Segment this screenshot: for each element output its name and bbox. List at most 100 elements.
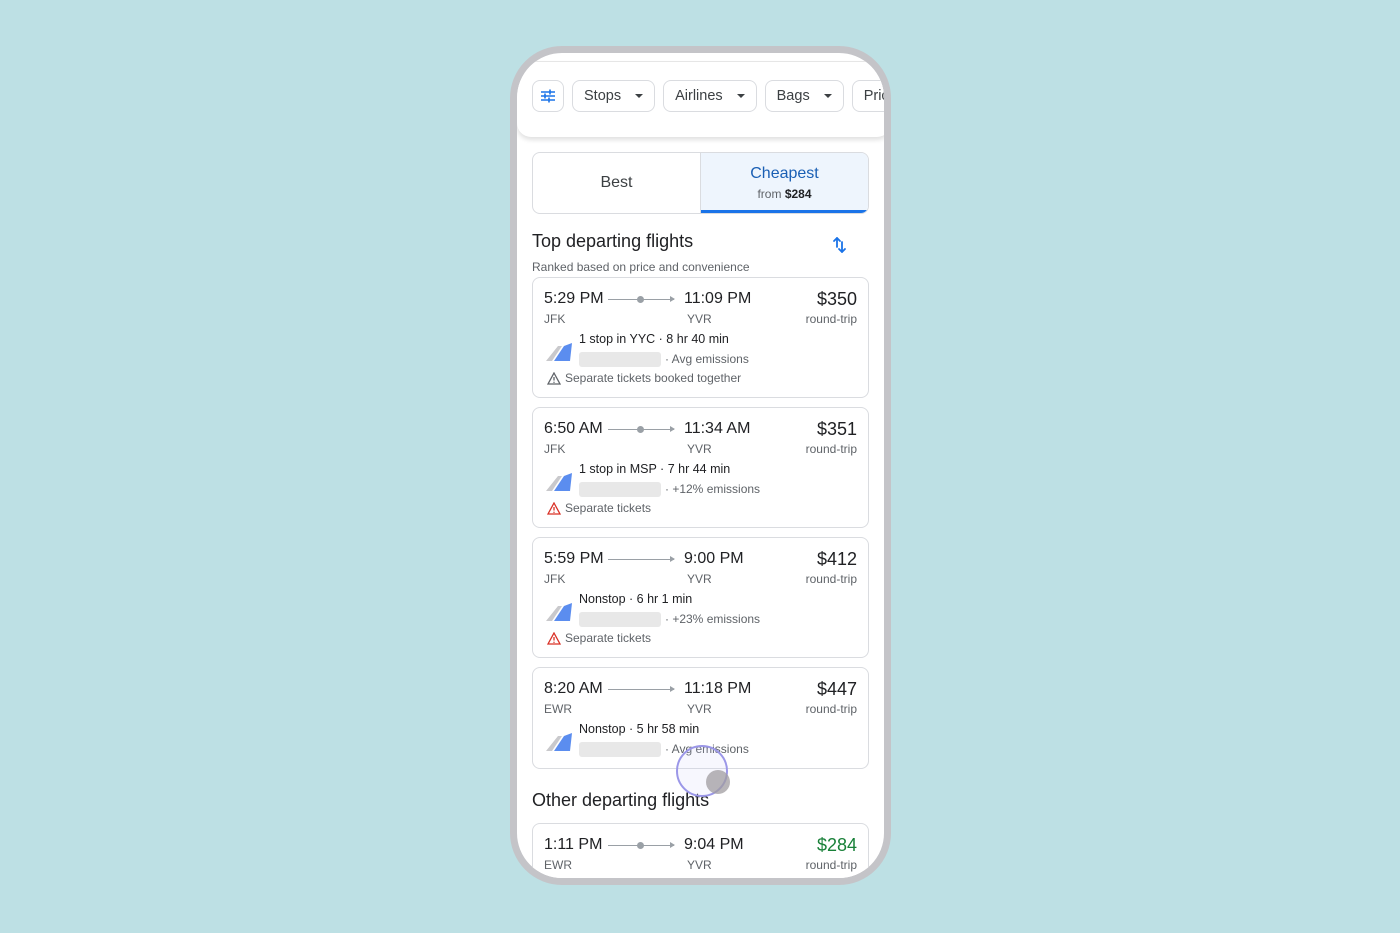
destination-airport: YVR xyxy=(687,572,712,586)
bags-filter-label: Bags xyxy=(776,88,810,104)
flight-details: Nonstop · 5 hr 58 min · Avg emissions xyxy=(544,722,857,758)
flight-times-row: 5:29 PM 11:09 PM $350 xyxy=(544,288,857,310)
flight-times-row: 6:50 AM 11:34 AM $351 xyxy=(544,418,857,440)
airports-row: JFK YVR round-trip xyxy=(544,442,857,456)
flight-card[interactable]: 5:29 PM 11:09 PM $350 JFK YVR round-trip… xyxy=(532,277,869,398)
flight-card[interactable]: 1:11 PM 9:04 PM $284 EWR YVR round-trip xyxy=(532,823,869,878)
destination-airport: YVR xyxy=(687,312,712,326)
flight-price: $350 xyxy=(816,288,857,309)
chevron-down-icon xyxy=(635,94,644,98)
tab-best[interactable]: Best xyxy=(533,153,700,213)
price-filter[interactable]: Price xyxy=(851,80,884,112)
arrival-time: 9:00 PM xyxy=(684,550,744,567)
ticket-warning: Separate tickets xyxy=(547,629,857,647)
origin-airport: JFK xyxy=(544,442,566,456)
stops-duration: 1 stop in YYC · 8 hr 40 min xyxy=(579,332,729,346)
departure-time: 6:50 AM xyxy=(544,420,603,437)
airlines-filter[interactable]: Airlines xyxy=(663,80,757,112)
airline-tail-logo-icon xyxy=(546,343,572,361)
other-flights-list: 1:11 PM 9:04 PM $284 EWR YVR round-trip xyxy=(532,823,869,878)
swap-vert-icon xyxy=(833,237,846,253)
chevron-down-icon xyxy=(736,94,745,98)
redacted-airline-name xyxy=(579,351,661,367)
airline-tail-logo-icon xyxy=(546,473,572,491)
sort-tabs: Best Cheapest from $284 xyxy=(532,152,869,214)
stop-dot xyxy=(637,425,644,433)
price-note: round-trip xyxy=(805,858,857,872)
departure-time: 5:59 PM xyxy=(544,550,604,567)
stop-dot xyxy=(637,841,644,849)
route-line xyxy=(608,295,675,303)
emissions-row: · Avg emissions xyxy=(579,740,857,758)
origin-airport: JFK xyxy=(544,312,566,326)
emissions-row: · +23% emissions xyxy=(579,610,857,628)
tab-best-label: Best xyxy=(600,174,633,191)
price-note: round-trip xyxy=(805,572,857,586)
flight-price: $284 xyxy=(816,834,857,855)
filter-bar: Stops Airlines Bags Price xyxy=(517,61,884,137)
arrival-time: 11:34 AM xyxy=(684,420,751,437)
flight-details: 1 stop in MSP · 7 hr 44 min · +12% emiss… xyxy=(544,462,857,517)
airports-row: EWR YVR round-trip xyxy=(544,858,857,872)
price-note: round-trip xyxy=(805,442,857,456)
destination-airport: YVR xyxy=(687,858,712,872)
price-note: round-trip xyxy=(805,312,857,326)
warning-text: Separate tickets xyxy=(565,501,652,515)
flight-details: 1 stop in YYC · 8 hr 40 min · Avg emissi… xyxy=(544,332,857,387)
airports-row: EWR YVR round-trip xyxy=(544,702,857,716)
section-subtitle: Ranked based on price and convenience xyxy=(532,260,750,274)
other-flights-title: Other departing flights xyxy=(532,790,710,810)
filter-chips: Stops Airlines Bags Price xyxy=(532,80,884,112)
warning-triangle-icon xyxy=(547,501,561,515)
tab-cheapest-sub: from $284 xyxy=(757,187,811,201)
airline-tail-logo-icon xyxy=(546,733,572,751)
emissions-label: · Avg emissions xyxy=(665,742,749,756)
tab-cheapest[interactable]: Cheapest from $284 xyxy=(700,153,868,213)
emissions-row: · +12% emissions xyxy=(579,480,857,498)
flight-times-row: 5:59 PM 9:00 PM $412 xyxy=(544,548,857,570)
origin-airport: EWR xyxy=(544,858,572,872)
origin-airport: EWR xyxy=(544,702,572,716)
warning-triangle-icon xyxy=(547,371,561,385)
sort-button[interactable] xyxy=(829,234,851,256)
from-price: $284 xyxy=(784,187,812,201)
departure-time: 1:11 PM xyxy=(544,836,603,853)
airline-tail-logo-icon xyxy=(546,603,572,621)
flight-details: Nonstop · 6 hr 1 min · +23% emissions Se… xyxy=(544,592,857,647)
bags-filter[interactable]: Bags xyxy=(764,80,844,112)
flight-card[interactable]: 5:59 PM 9:00 PM $412 JFK YVR round-trip … xyxy=(532,537,869,658)
flight-times-row: 8:20 AM 11:18 PM $447 xyxy=(544,678,857,700)
chevron-down-icon xyxy=(823,94,832,98)
screen: Stops Airlines Bags Price xyxy=(517,53,884,878)
flight-card[interactable]: 8:20 AM 11:18 PM $447 EWR YVR round-trip… xyxy=(532,667,869,769)
tune-sliders-icon xyxy=(541,89,555,103)
destination-airport: YVR xyxy=(687,702,712,716)
stops-filter[interactable]: Stops xyxy=(572,80,656,112)
arrival-time: 9:04 PM xyxy=(684,836,744,853)
price-filter-label: Price xyxy=(863,88,884,104)
flight-card[interactable]: 6:50 AM 11:34 AM $351 JFK YVR round-trip… xyxy=(532,407,869,528)
emissions-label: · Avg emissions xyxy=(665,352,749,366)
airports-row: JFK YVR round-trip xyxy=(544,572,857,586)
ticket-warning: Separate tickets xyxy=(547,499,857,517)
all-filters-button[interactable] xyxy=(532,80,564,112)
warning-triangle-icon xyxy=(547,631,561,645)
stops-duration: Nonstop · 5 hr 58 min xyxy=(579,722,700,736)
results-content: Best Cheapest from $284 Top departing fl… xyxy=(532,152,869,878)
arrival-time: 11:18 PM xyxy=(684,680,752,697)
price-note: round-trip xyxy=(805,702,857,716)
route-line xyxy=(608,555,675,562)
redacted-airline-name xyxy=(579,481,661,497)
stop-dot xyxy=(637,295,644,303)
flight-price: $412 xyxy=(816,548,857,569)
from-label: from xyxy=(757,187,782,201)
stops-duration: 1 stop in MSP · 7 hr 44 min xyxy=(579,462,731,476)
route-line xyxy=(608,425,675,433)
emissions-row: · Avg emissions xyxy=(579,350,857,368)
flight-price: $447 xyxy=(816,678,857,699)
tab-cheapest-label: Cheapest xyxy=(750,165,819,182)
route-line xyxy=(608,841,675,849)
departure-time: 8:20 AM xyxy=(544,680,603,697)
ticket-warning: Separate tickets booked together xyxy=(547,369,857,387)
destination-airport: YVR xyxy=(687,442,712,456)
